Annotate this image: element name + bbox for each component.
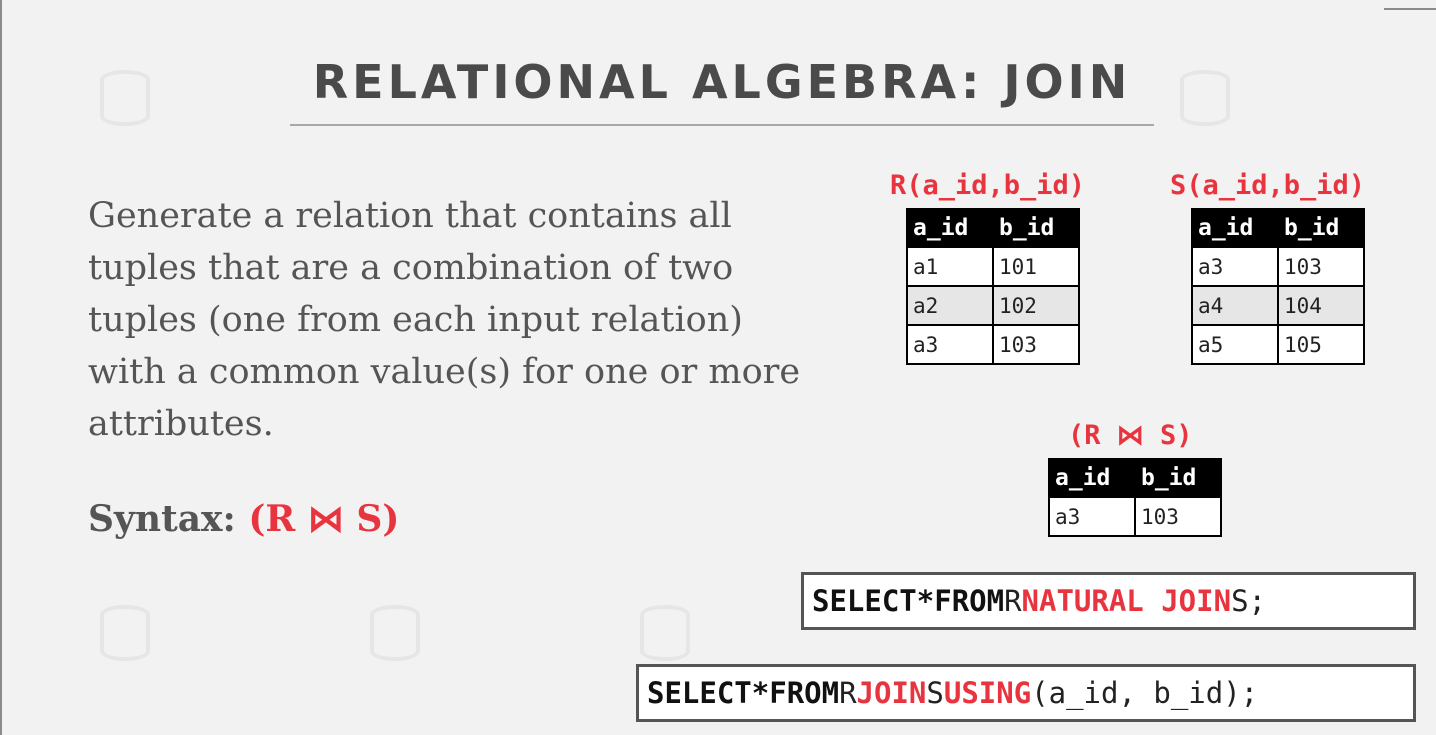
- sql-column-list: (a_id, b_id);: [1031, 676, 1259, 710]
- relation-s-table: a_id b_id a3 103 a4 104 a5 105: [1191, 208, 1365, 365]
- cell-a-id: a3: [1191, 246, 1279, 287]
- join-result-label: (R ⋈ S): [1068, 420, 1193, 451]
- database-watermark-icon: [100, 70, 150, 126]
- sql-natural-join-box: SELECT * FROM R NATURAL JOIN S;: [801, 572, 1416, 630]
- cell-b-id: 103: [1277, 246, 1365, 287]
- sql-using-keyword: USING: [943, 676, 1032, 710]
- sql-star: *: [916, 584, 935, 618]
- syntax-line: Syntax: (R ⋈ S): [88, 498, 399, 540]
- cell-a-id: a1: [906, 246, 994, 287]
- cell-b-id: 101: [992, 246, 1080, 287]
- sql-join-keyword: JOIN: [856, 676, 927, 710]
- database-watermark-icon: [370, 605, 420, 661]
- sql-table-name: R: [1004, 584, 1022, 618]
- sql-star: *: [751, 676, 770, 710]
- cell-b-id: 105: [1277, 324, 1365, 365]
- column-header: b_id: [1134, 458, 1222, 498]
- description-text: Generate a relation that contains all tu…: [88, 196, 801, 444]
- syntax-label: Syntax:: [88, 498, 236, 540]
- slide-frame-top: [1384, 8, 1436, 10]
- relation-r-table: a_id b_id a1 101 a2 102 a3 103: [906, 208, 1080, 365]
- title-underline: [290, 124, 1154, 126]
- cell-b-id: 103: [1134, 496, 1222, 537]
- cell-b-id: 102: [992, 285, 1080, 326]
- table-row: a3 103: [1048, 496, 1222, 537]
- table-row: a5 105: [1191, 324, 1365, 365]
- cell-b-id: 104: [1277, 285, 1365, 326]
- sql-table-name: S;: [1231, 584, 1266, 618]
- relation-s-label: S(a_id,b_id): [1170, 170, 1366, 201]
- sql-keyword: FROM: [769, 676, 840, 710]
- sql-keyword: SELECT: [812, 584, 917, 618]
- sql-join-keyword: NATURAL JOIN: [1021, 584, 1232, 618]
- cell-a-id: a3: [906, 324, 994, 365]
- sql-table-name: R: [839, 676, 857, 710]
- join-result-table: a_id b_id a3 103: [1048, 458, 1222, 537]
- column-header: a_id: [1048, 458, 1136, 498]
- table-row: a4 104: [1191, 285, 1365, 326]
- sql-join-using-box: SELECT * FROM R JOIN S USING (a_id, b_id…: [636, 664, 1416, 722]
- cell-a-id: a4: [1191, 285, 1279, 326]
- database-watermark-icon: [1180, 70, 1230, 126]
- cell-a-id: a3: [1048, 496, 1136, 537]
- sql-keyword: FROM: [934, 584, 1005, 618]
- table-row: a3 103: [906, 324, 1080, 365]
- slide-frame-left: [0, 0, 2, 735]
- cell-a-id: a5: [1191, 324, 1279, 365]
- cell-a-id: a2: [906, 285, 994, 326]
- database-watermark-icon: [100, 605, 150, 661]
- cell-b-id: 103: [992, 324, 1080, 365]
- column-header: b_id: [992, 208, 1080, 248]
- database-watermark-icon: [640, 605, 690, 661]
- page-title: RELATIONAL ALGEBRA: JOIN: [312, 55, 1132, 109]
- table-row: a3 103: [1191, 246, 1365, 287]
- table-row: a2 102: [906, 285, 1080, 326]
- column-header: a_id: [906, 208, 994, 248]
- sql-table-name: S: [926, 676, 944, 710]
- table-row: a1 101: [906, 246, 1080, 287]
- column-header: b_id: [1277, 208, 1365, 248]
- column-header: a_id: [1191, 208, 1279, 248]
- sql-keyword: SELECT: [647, 676, 752, 710]
- relation-r-label: R(a_id,b_id): [890, 170, 1086, 201]
- syntax-expression: (R ⋈ S): [248, 498, 400, 540]
